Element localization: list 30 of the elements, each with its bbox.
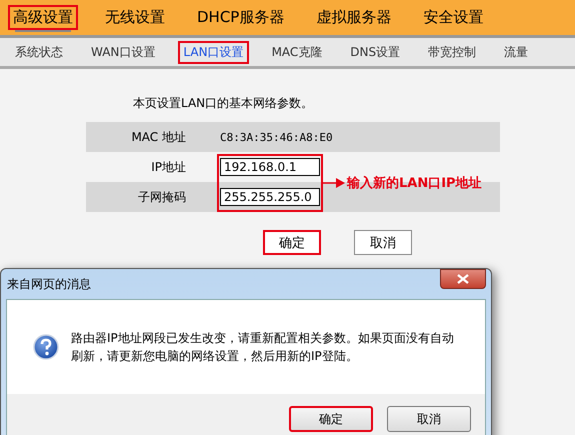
form-button[interactable]: 确定 xyxy=(263,230,321,255)
sub-nav-tab[interactable]: MAC克隆 xyxy=(266,40,328,64)
field-label: MAC 地址 xyxy=(130,128,186,146)
intro-text: 本页设置LAN口的基本网络参数。 xyxy=(133,95,314,112)
close-icon xyxy=(457,274,469,284)
dialog-title: 来自网页的消息 xyxy=(7,276,91,292)
top-nav-tab[interactable]: 无线设置 xyxy=(100,5,170,30)
sub-nav-tab[interactable]: 流量 xyxy=(499,40,534,64)
top-nav-tab[interactable]: 安全设置 xyxy=(418,5,488,30)
question-icon xyxy=(33,334,59,360)
field-label: 子网掩码 xyxy=(137,188,186,206)
input-field[interactable]: 255.255.255.0 xyxy=(220,188,320,206)
dialog-message: 路由器IP地址网段已发生改变，请重新配置相关参数。如果页面没有自动刷新，请更新您电脑的网络设置，然后用新的IP登陆。 xyxy=(71,330,455,365)
sub-nav-tab[interactable]: DNS设置 xyxy=(345,40,406,64)
close-button[interactable] xyxy=(440,269,486,289)
annotation-text: 输入新的LAN口IP地址 xyxy=(347,174,482,192)
sub-nav-tab[interactable]: WAN口设置 xyxy=(86,40,160,64)
dialog-button[interactable]: 取消 xyxy=(387,406,471,432)
field-label: IP地址 xyxy=(150,158,186,176)
top-nav-tab[interactable]: 高级设置 xyxy=(8,5,78,30)
sub-nav-tab[interactable]: LAN口设置 xyxy=(178,40,249,64)
top-nav-tab[interactable]: 虚拟服务器 xyxy=(311,5,396,30)
sub-nav-tab[interactable]: 系统状态 xyxy=(10,40,68,64)
input-field[interactable]: 192.168.0.1 xyxy=(220,158,320,176)
field-value: C8:3A:35:46:A8:E0 xyxy=(220,130,333,144)
form-button[interactable]: 取消 xyxy=(354,230,412,255)
sub-nav-tab[interactable]: 带宽控制 xyxy=(423,40,482,64)
dialog-button[interactable]: 确定 xyxy=(289,406,373,432)
arrow-icon xyxy=(323,178,345,188)
top-nav-tab[interactable]: DHCP服务器 xyxy=(192,5,290,30)
